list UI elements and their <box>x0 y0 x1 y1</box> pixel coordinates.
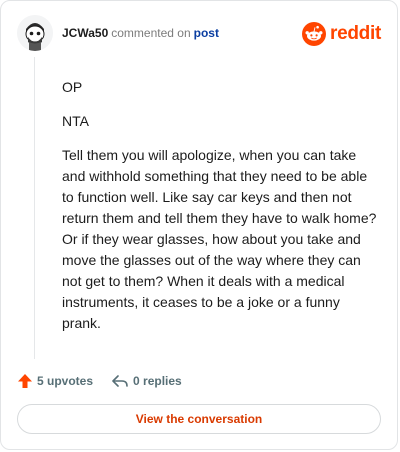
upvote-button[interactable]: 5 upvotes <box>17 373 93 389</box>
comment-paragraph-2: NTA <box>62 113 89 129</box>
upvote-count: 5 upvotes <box>37 374 94 388</box>
action-text: commented on <box>111 26 191 40</box>
comment-header: JCWa50 commented on post reddit <box>17 15 381 55</box>
view-conversation-button[interactable]: View the conversation <box>17 404 381 434</box>
comment-meta: JCWa50 commented on post <box>62 26 219 40</box>
reddit-snoo-icon <box>302 22 327 46</box>
thread-line <box>34 57 35 359</box>
comment-paragraph-1: OP <box>62 79 83 95</box>
comment-card: JCWa50 commented on post reddit OP NTA Tel… <box>0 0 398 450</box>
reply-button[interactable]: 0 replies <box>111 373 182 389</box>
comment-footer: 5 upvotes 0 replies <box>17 371 200 391</box>
comment-paragraph-3: Tell them you will apologize, when you c… <box>62 147 377 331</box>
reddit-logo[interactable]: reddit <box>302 21 381 47</box>
reply-arrow-icon <box>112 375 128 387</box>
reddit-wordmark: reddit <box>330 23 381 44</box>
username-link[interactable]: JCWa50 <box>62 26 108 40</box>
avatar[interactable] <box>17 15 53 51</box>
reply-count: 0 replies <box>133 374 182 388</box>
comment-body: OP NTA Tell them you will apologize, whe… <box>62 77 382 347</box>
avatar-icon <box>17 15 53 51</box>
upvote-arrow-icon <box>18 374 32 388</box>
post-link[interactable]: post <box>194 26 219 40</box>
